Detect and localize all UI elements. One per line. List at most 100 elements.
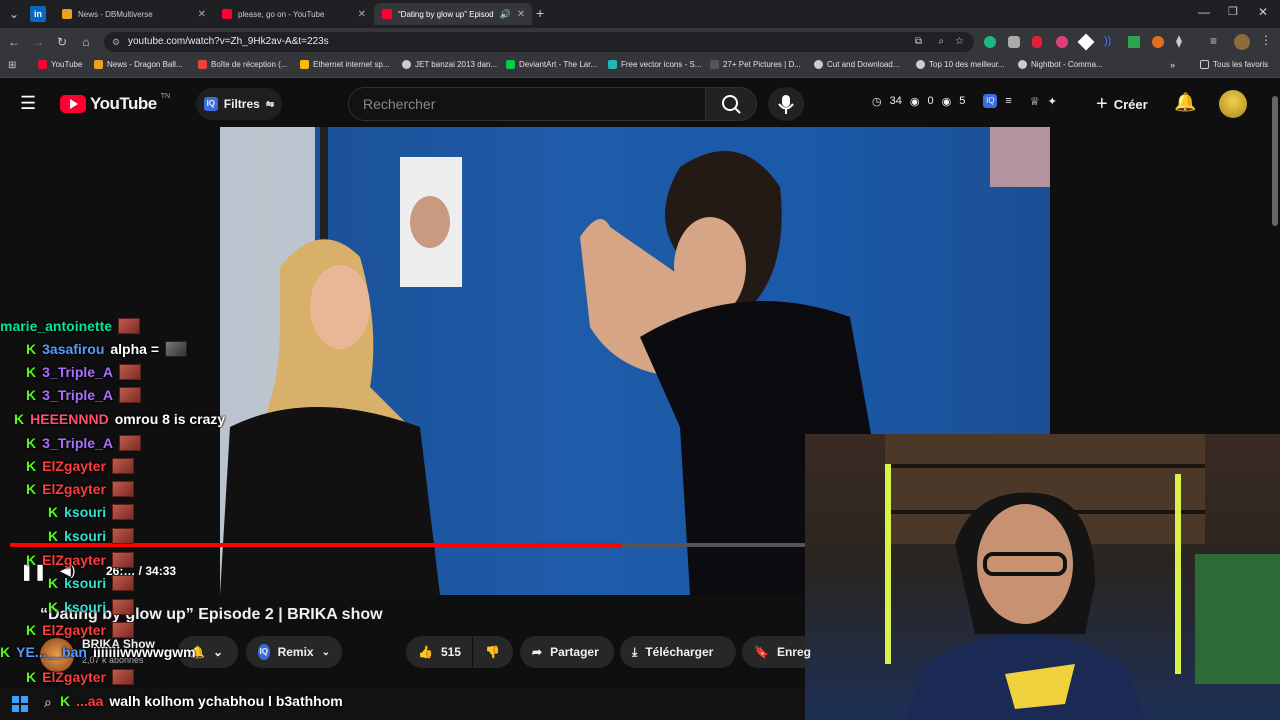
zoom-icon[interactable]: ⌕ xyxy=(938,32,944,52)
youtube-logo[interactable]: YouTube TN xyxy=(60,93,170,114)
chat-username[interactable]: YE...__ban xyxy=(16,644,87,660)
queue-list-icon[interactable]: ≡ xyxy=(1005,95,1011,107)
chat-username[interactable]: 3_Triple_A xyxy=(42,435,113,451)
bookmark-nightbot[interactable]: Nightbot - Comma... xyxy=(1018,60,1103,69)
dbmultiverse-favicon xyxy=(62,9,72,19)
new-tab-icon[interactable]: + xyxy=(536,5,544,21)
chat-username[interactable]: 3_Triple_A xyxy=(42,387,113,403)
profile-avatar[interactable] xyxy=(1234,34,1250,50)
chat-username[interactable]: HEEENNND xyxy=(30,411,109,427)
iq-extension-icon[interactable]: IQ xyxy=(983,94,998,108)
home-icon[interactable]: ⌂ xyxy=(78,34,94,50)
reading-list-icon[interactable]: ≡ xyxy=(1210,34,1217,48)
taskbar-search-icon[interactable]: ⌕ xyxy=(44,694,52,711)
bookmark-gmail[interactable]: Boîte de réception (... xyxy=(198,60,288,69)
hamburger-menu-icon[interactable]: ☰ xyxy=(20,93,36,114)
youtube-wordmark: YouTube xyxy=(90,94,157,113)
chat-username[interactable]: ksouri xyxy=(64,528,106,544)
remix-button[interactable]: IQ Remix ⌄ xyxy=(246,636,342,668)
extension-icon[interactable] xyxy=(1056,36,1068,48)
bookmark-top-10[interactable]: Top 10 des meilleur... xyxy=(916,60,1005,69)
tab-please-go-on[interactable]: please, go on - YouTube ✕ xyxy=(214,3,374,25)
like-button[interactable]: 👍 515 xyxy=(406,636,472,668)
extension-icon[interactable] xyxy=(1077,33,1095,51)
audio-playing-icon[interactable]: 🔊 xyxy=(500,9,511,20)
bookmark-label: Free vector icons - S... xyxy=(621,60,702,69)
search-input[interactable]: Rechercher xyxy=(348,87,706,121)
bookmark-cut-and-download[interactable]: Cut and Download... xyxy=(814,60,900,69)
minimize-icon[interactable]: — xyxy=(1198,5,1210,19)
voice-search-button[interactable] xyxy=(768,87,804,121)
extension-icon[interactable]: )) xyxy=(1104,35,1111,47)
url-input[interactable]: ⚙ youtube.com/watch?v=Zh_9Hk2av-A&t=223s… xyxy=(104,32,974,52)
extension-icon[interactable] xyxy=(1008,36,1020,48)
bookmark-youtube[interactable]: YouTube xyxy=(38,60,82,69)
chat-text: iiiiiiiwwwwgwm xyxy=(92,644,196,660)
share-button[interactable]: ➦ Partager xyxy=(520,636,614,668)
notifications-bell-icon[interactable]: 🔔 xyxy=(1174,92,1196,113)
save-button[interactable]: 🔖 Enreg xyxy=(742,636,811,668)
more-bookmarks-icon[interactable]: » xyxy=(1170,60,1175,70)
trophy-icon[interactable]: ♕ xyxy=(1030,95,1040,108)
restore-icon[interactable]: ❐ xyxy=(1228,5,1238,18)
chat-username[interactable]: 3_Triple_A xyxy=(42,364,113,380)
bookmark-pet-pictures[interactable]: 27+ Pet Pictures | D... xyxy=(710,60,801,69)
browser-menu-icon[interactable]: ⋮ xyxy=(1260,33,1272,47)
chat-username[interactable]: ...aa xyxy=(76,693,103,709)
globe-icon xyxy=(402,60,411,69)
chat-username[interactable]: ksouri xyxy=(64,575,106,591)
chat-emote-icon xyxy=(111,458,134,474)
chat-username[interactable]: ElZgayter xyxy=(42,622,106,638)
bookmark-ethernet[interactable]: Ethernet internet sp... xyxy=(300,60,390,69)
bookmark-star-icon[interactable]: ☆ xyxy=(955,32,964,52)
all-bookmarks-folder[interactable]: Tous les favoris xyxy=(1200,60,1268,69)
back-icon[interactable]: ← xyxy=(6,34,22,50)
site-info-icon[interactable]: ⚙ xyxy=(112,32,120,52)
tab-search-icon[interactable]: ⌄ xyxy=(6,6,22,22)
account-avatar[interactable] xyxy=(1219,90,1247,118)
create-button[interactable]: + Créer xyxy=(1090,88,1154,120)
tab-dbmultiverse[interactable]: News - DBMultiverse ✕ xyxy=(54,3,214,25)
linkedin-tab-icon[interactable]: in xyxy=(30,6,46,22)
bookmark-deviantart[interactable]: DeviantArt - The Lar... xyxy=(506,60,597,69)
close-tab-icon[interactable]: ✕ xyxy=(198,9,206,20)
window-close-icon[interactable]: ✕ xyxy=(1258,5,1268,19)
bookmark-dragon-ball[interactable]: News - Dragon Ball... xyxy=(94,60,183,69)
search-button[interactable] xyxy=(705,87,757,121)
windows-start-icon[interactable] xyxy=(12,696,28,712)
globe-icon xyxy=(1018,60,1027,69)
download-button[interactable]: ⤓ Télécharger xyxy=(620,636,736,668)
chat-message: Kksouri xyxy=(48,525,135,547)
chat-username[interactable]: ksouri xyxy=(64,599,106,615)
bookmark-free-vector-icons[interactable]: Free vector icons - S... xyxy=(608,60,701,69)
extension-icon[interactable] xyxy=(1032,36,1042,48)
dislike-button[interactable]: 👎 xyxy=(473,636,513,668)
bookmark-label: 27+ Pet Pictures | D... xyxy=(723,60,801,69)
extension-icon[interactable] xyxy=(984,36,996,48)
chat-username[interactable]: marie_antoinette xyxy=(0,318,112,334)
install-app-icon[interactable]: ⧉ xyxy=(915,32,922,52)
filtres-button[interactable]: IQ Filtres ⇋ xyxy=(196,88,282,120)
bookmark-label: JET banzai 2013 dan... xyxy=(415,60,498,69)
tab-label: “Dating by glow up” Episod xyxy=(398,9,494,19)
chat-username[interactable]: ksouri xyxy=(64,504,106,520)
sparkle-icon[interactable]: ✦ xyxy=(1048,95,1057,108)
close-tab-icon[interactable]: ✕ xyxy=(358,9,366,20)
scrollbar-thumb[interactable] xyxy=(1272,96,1278,226)
extensions-puzzle-icon[interactable]: ⧫ xyxy=(1176,34,1182,48)
chat-username[interactable]: ElZgayter xyxy=(42,669,106,685)
extension-icon[interactable] xyxy=(1128,36,1140,48)
reload-icon[interactable]: ↻ xyxy=(54,34,70,50)
chat-username[interactable]: ElZgayter xyxy=(42,552,106,568)
apps-grid-icon[interactable]: ⊞ xyxy=(8,60,16,71)
tab-label: please, go on - YouTube xyxy=(238,9,325,19)
chat-username[interactable]: 3asafirou xyxy=(42,341,104,357)
close-tab-icon[interactable]: ✕ xyxy=(517,9,525,20)
chat-username[interactable]: ElZgayter xyxy=(42,458,106,474)
forward-icon[interactable]: → xyxy=(30,34,46,50)
extension-icon[interactable] xyxy=(1152,36,1164,48)
bookmark-jet-banzai[interactable]: JET banzai 2013 dan... xyxy=(402,60,497,69)
chat-username[interactable]: ElZgayter xyxy=(42,481,106,497)
chat-emote-icon xyxy=(111,481,134,497)
tab-dating-by-glow-up[interactable]: “Dating by glow up” Episod 🔊 ✕ xyxy=(374,3,532,25)
